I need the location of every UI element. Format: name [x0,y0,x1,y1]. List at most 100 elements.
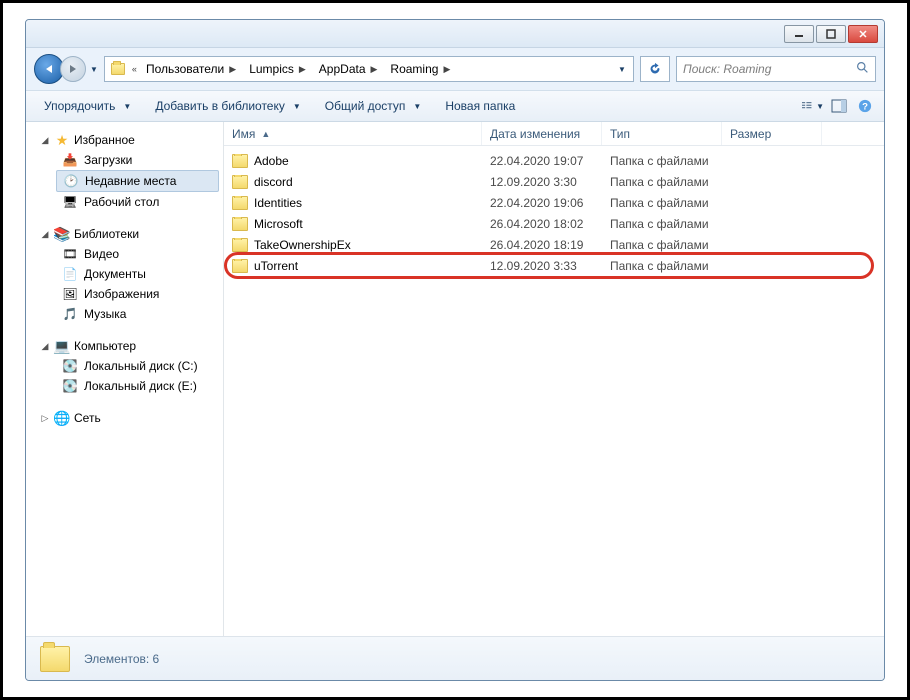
table-row[interactable]: Adobe 22.04.2020 19:07Папка с файлами [224,150,884,171]
favorites-icon: ★ [54,132,70,148]
sidebar-item-video[interactable]: 🎞Видео [26,244,223,264]
column-size[interactable]: Размер [722,122,822,145]
chevron-right-icon[interactable]: « [129,64,140,74]
sidebar-label: Компьютер [74,339,136,353]
column-headers: Имя ▲ Дата изменения Тип Размер [224,122,884,146]
file-name: uTorrent [254,259,298,273]
preview-pane-button[interactable] [828,95,850,117]
cell-date: 26.04.2020 18:19 [482,238,602,252]
libraries-icon: 📚 [54,226,70,242]
newfolder-label: Новая папка [445,99,515,113]
cell-type: Папка с файлами [602,238,722,252]
cell-date: 12.09.2020 3:30 [482,175,602,189]
chevron-right-icon[interactable]: ▶ [368,64,381,75]
new-folder-button[interactable]: Новая папка [435,95,525,117]
column-label: Размер [730,127,771,141]
sidebar-item-recent[interactable]: 🕑 Недавние места [56,170,219,192]
sidebar-head-computer[interactable]: ◢ 💻 Компьютер [26,336,223,356]
breadcrumb-label: Lumpics [249,62,294,76]
history-dropdown-icon[interactable]: ▼ [90,65,98,74]
table-row[interactable]: uTorrent 12.09.2020 3:33Папка с файлами [224,255,884,276]
sidebar-item-label: Недавние места [85,174,176,188]
sidebar-item-label: Изображения [84,287,159,301]
search-icon [856,61,869,77]
address-dropdown-button[interactable]: ▼ [609,58,631,80]
sidebar-label: Избранное [74,133,135,147]
cell-type: Папка с файлами [602,175,722,189]
table-row[interactable]: Identities22.04.2020 19:06Папка с файлам… [224,192,884,213]
disclosure-icon: ▷ [40,413,50,424]
file-name: Microsoft [254,217,303,231]
column-name[interactable]: Имя ▲ [224,122,482,145]
documents-icon: 📄 [62,266,78,282]
sidebar-item-desktop[interactable]: 🖥 Рабочий стол [26,192,223,212]
sort-asc-icon: ▲ [261,129,270,139]
dropdown-icon: ▼ [413,102,421,111]
sidebar-head-favorites[interactable]: ◢ ★ Избранное [26,130,223,150]
video-icon: 🎞 [62,246,78,262]
column-label: Дата изменения [490,127,580,141]
chevron-right-icon[interactable]: ▶ [440,64,453,75]
cell-date: 12.09.2020 3:33 [482,259,602,273]
navigation-bar: ▼ « Пользователи▶ Lumpics▶ AppData▶ Roam… [26,48,884,90]
file-list: Имя ▲ Дата изменения Тип Размер Adobe 22.0… [224,122,884,636]
sidebar-item-downloads[interactable]: 📥 Загрузки [26,150,223,170]
breadcrumb-label: AppData [319,62,366,76]
table-row[interactable]: discord 12.09.2020 3:30Папка с файлами [224,171,884,192]
sidebar-item-drive-c[interactable]: 💽Локальный диск (C:) [26,356,223,376]
search-input[interactable]: Поиск: Roaming [676,56,876,82]
cell-type: Папка с файлами [602,154,722,168]
cell-date: 22.04.2020 19:07 [482,154,602,168]
organize-button[interactable]: Упорядочить▼ [34,95,141,117]
sidebar-item-drive-e[interactable]: 💽Локальный диск (E:) [26,376,223,396]
breadcrumb-appdata[interactable]: AppData▶ [315,57,385,81]
cell-type: Папка с файлами [602,217,722,231]
folder-icon [232,238,248,252]
add-to-library-button[interactable]: Добавить в библиотеку▼ [145,95,310,117]
help-button[interactable]: ? [854,95,876,117]
file-name: discord [254,175,293,189]
forward-button[interactable] [60,56,86,82]
breadcrumb-users[interactable]: Пользователи▶ [142,57,243,81]
folder-icon [232,196,248,210]
sidebar-item-pictures[interactable]: 🖼Изображения [26,284,223,304]
share-button[interactable]: Общий доступ▼ [315,95,432,117]
column-date[interactable]: Дата изменения [482,122,602,145]
maximize-button[interactable] [816,25,846,43]
dropdown-icon: ▼ [123,102,131,111]
sidebar-item-documents[interactable]: 📄Документы [26,264,223,284]
sidebar-item-music[interactable]: 🎵Музыка [26,304,223,324]
address-bar[interactable]: « Пользователи▶ Lumpics▶ AppData▶ Roamin… [104,56,634,82]
file-name: Adobe [254,154,289,168]
sidebar-head-network[interactable]: ▷ 🌐 Сеть [26,408,223,428]
dropdown-icon: ▼ [293,102,301,111]
sidebar-head-libraries[interactable]: ◢ 📚 Библиотеки [26,224,223,244]
sidebar-group-libraries: ◢ 📚 Библиотеки 🎞Видео 📄Документы 🖼Изобра… [26,224,223,324]
search-placeholder: Поиск: Roaming [683,62,771,76]
table-row[interactable]: Microsoft26.04.2020 18:02Папка с файлами [224,213,884,234]
cell-name: uTorrent [224,259,482,273]
folder-icon [109,60,127,78]
sidebar-group-favorites: ◢ ★ Избранное 📥 Загрузки 🕑 Недавние мест… [26,130,223,212]
table-row[interactable]: TakeOwnershipEx26.04.2020 18:19Папка с ф… [224,234,884,255]
sidebar-item-label: Музыка [84,307,126,321]
disclosure-icon: ◢ [40,341,50,352]
minimize-button[interactable] [784,25,814,43]
sidebar-label: Библиотеки [74,227,139,241]
chevron-right-icon[interactable]: ▶ [296,64,309,75]
close-button[interactable] [848,25,878,43]
column-label: Имя [232,127,255,141]
refresh-button[interactable] [640,56,670,82]
view-options-button[interactable]: ▼ [802,95,824,117]
cell-type: Папка с файлами [602,259,722,273]
breadcrumb-roaming[interactable]: Roaming▶ [386,57,457,81]
content-area: ◢ ★ Избранное 📥 Загрузки 🕑 Недавние мест… [26,122,884,636]
rows-container: Adobe22.04.2020 19:07Папка с файламиdisc… [224,146,884,636]
breadcrumb-label: Roaming [390,62,438,76]
column-type[interactable]: Тип [602,122,722,145]
chevron-right-icon[interactable]: ▶ [226,64,239,75]
cell-type: Папка с файлами [602,196,722,210]
network-icon: 🌐 [54,410,70,426]
breadcrumb-lumpics[interactable]: Lumpics▶ [245,57,313,81]
computer-icon: 💻 [54,338,70,354]
